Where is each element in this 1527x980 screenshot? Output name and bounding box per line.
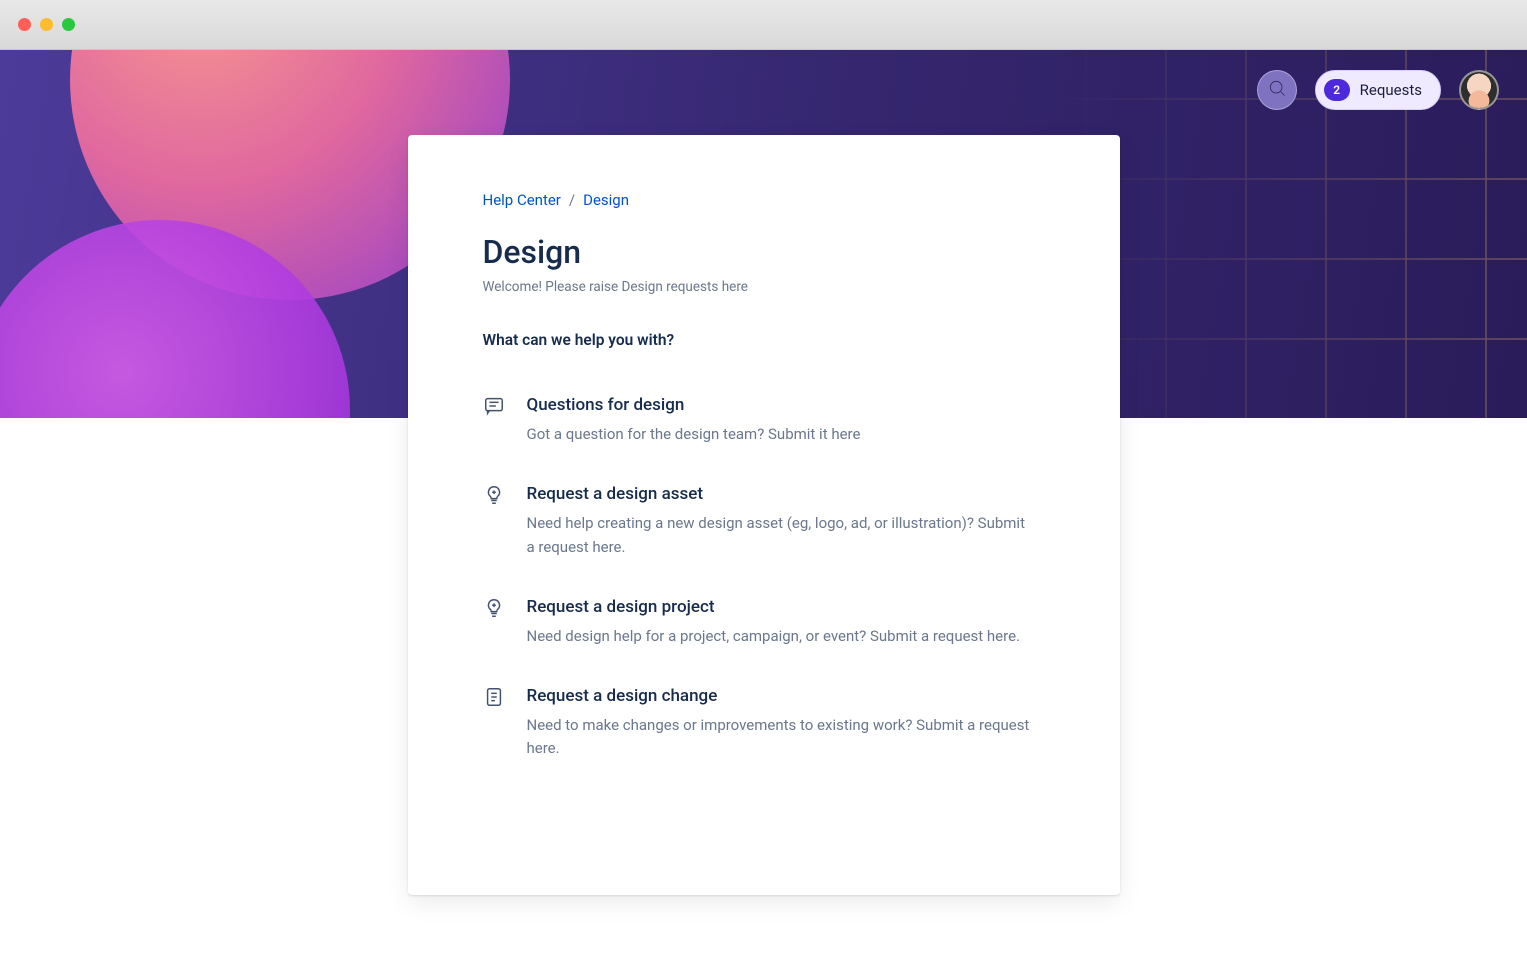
- requests-button[interactable]: 2 Requests: [1315, 70, 1441, 110]
- request-type-title: Questions for design: [527, 395, 1045, 415]
- request-type-title: Request a design asset: [527, 484, 1045, 504]
- breadcrumb-root-link[interactable]: Help Center: [483, 191, 561, 209]
- request-type-desc: Need help creating a new design asset (e…: [527, 512, 1037, 559]
- request-type-desc: Need design help for a project, campaign…: [527, 625, 1037, 648]
- breadcrumb-current-link[interactable]: Design: [583, 191, 629, 209]
- breadcrumb: Help Center / Design: [483, 191, 1045, 209]
- chat-icon: [483, 395, 505, 417]
- page-subtitle: Welcome! Please raise Design requests he…: [483, 279, 1045, 295]
- lightbulb-icon: [483, 597, 505, 619]
- request-type-desc: Got a question for the design team? Subm…: [527, 423, 1037, 446]
- portal-card: Help Center / Design Design Welcome! Ple…: [408, 135, 1120, 895]
- request-type-item[interactable]: Request a design asset Need help creatin…: [483, 484, 1045, 559]
- search-icon: [1267, 78, 1287, 102]
- requests-count-badge: 2: [1324, 79, 1350, 101]
- header-controls: 2 Requests: [1257, 70, 1499, 110]
- breadcrumb-separator: /: [569, 191, 575, 209]
- request-type-item[interactable]: Questions for design Got a question for …: [483, 395, 1045, 446]
- avatar[interactable]: [1459, 70, 1499, 110]
- request-type-title: Request a design project: [527, 597, 1045, 617]
- window-chrome: [0, 0, 1527, 50]
- requests-label: Requests: [1360, 81, 1422, 99]
- lightbulb-icon: [483, 484, 505, 506]
- page-title: Design: [483, 233, 1045, 271]
- window-close-button[interactable]: [18, 18, 31, 31]
- document-icon: [483, 686, 505, 708]
- request-type-title: Request a design change: [527, 686, 1045, 706]
- window-minimize-button[interactable]: [40, 18, 53, 31]
- help-prompt: What can we help you with?: [483, 331, 1045, 349]
- request-type-list: Questions for design Got a question for …: [483, 395, 1045, 761]
- window-zoom-button[interactable]: [62, 18, 75, 31]
- search-button[interactable]: [1257, 70, 1297, 110]
- request-type-item[interactable]: Request a design change Need to make cha…: [483, 686, 1045, 761]
- request-type-item[interactable]: Request a design project Need design hel…: [483, 597, 1045, 648]
- request-type-desc: Need to make changes or improvements to …: [527, 714, 1037, 761]
